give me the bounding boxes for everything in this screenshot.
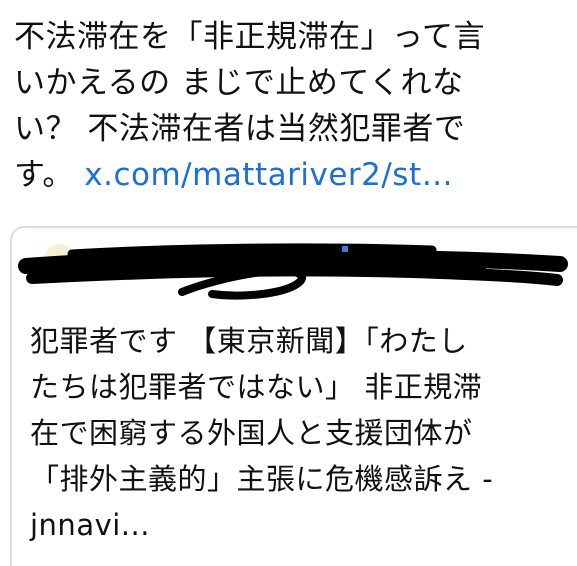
tweet-text-line: す。 x.com/mattariver2/st… (14, 152, 566, 198)
tweet-text-fragment: す。 (14, 157, 74, 193)
tweet-link[interactable]: x.com/mattariver2/st… (84, 157, 453, 193)
tweet-text-line: いかえるの まじで止めてくれな (14, 65, 464, 101)
card-text-line: jnnavi... (30, 508, 150, 542)
card-text-line: たちは犯罪者ではない」 非正規滞 (30, 370, 483, 404)
tweet-text-line: 不法滞在を「非正規滞在」って言 (14, 19, 485, 55)
quoted-card-header (12, 228, 577, 310)
quoted-card-body: 犯罪者です 【東京新聞】「わたし たちは犯罪者ではない」 非正規滞 在で困窮する… (30, 318, 577, 548)
card-text-line: 「排外主義的」主張に危機感訴え - (30, 462, 494, 496)
tweet-text: 不法滞在を「非正規滞在」って言 いかえるの まじで止めてくれな い？ 不法滞在者… (14, 14, 566, 198)
tweet-text-line: い？ 不法滞在者は当然犯罪者で (14, 111, 466, 147)
quoted-card[interactable]: 犯罪者です 【東京新聞】「わたし たちは犯罪者ではない」 非正規滞 在で困窮する… (10, 226, 577, 566)
card-text-line: 在で困窮する外国人と支援団体が (30, 416, 473, 450)
card-text-line: 犯罪者です 【東京新聞】「わたし (30, 324, 468, 358)
redaction-scribble (18, 243, 568, 300)
